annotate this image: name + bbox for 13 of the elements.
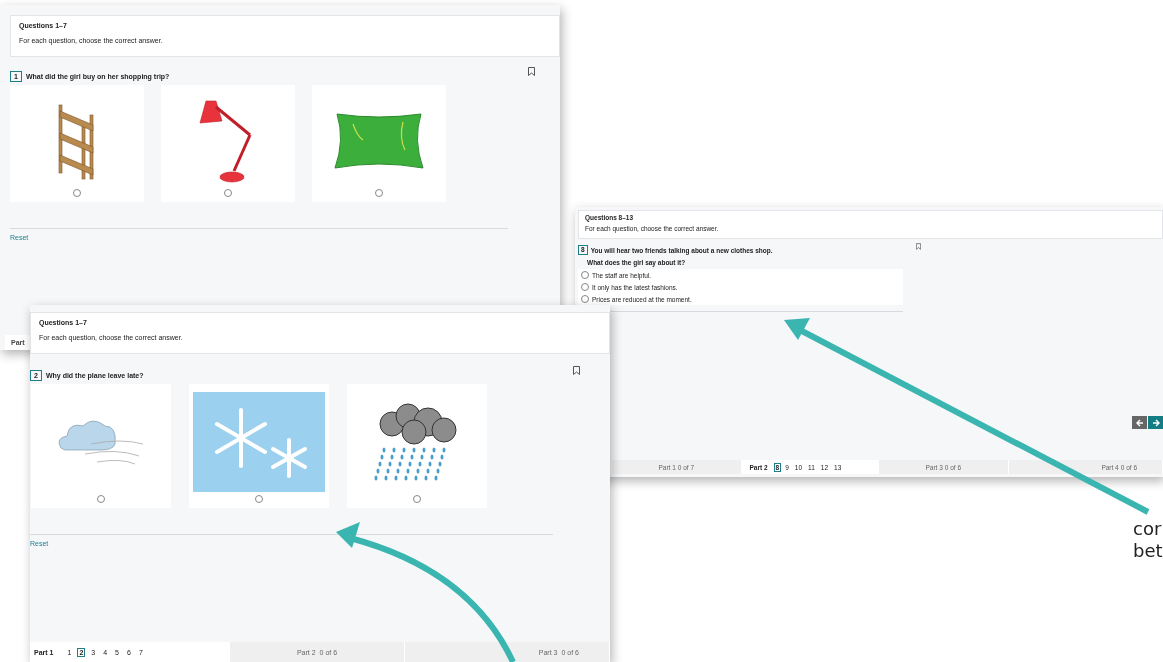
answer-card[interactable] [347, 384, 487, 508]
answer-card[interactable] [161, 85, 295, 202]
answer-card[interactable] [312, 85, 446, 202]
arrow-left-icon [1135, 418, 1144, 427]
caption-text: bet [1133, 540, 1163, 562]
next-button[interactable] [1148, 416, 1163, 429]
previous-button[interactable] [1132, 416, 1147, 429]
answer-card[interactable] [10, 85, 144, 202]
bookmark-icon[interactable] [916, 243, 921, 250]
bookmark-icon[interactable] [573, 366, 580, 375]
bookmark-icon[interactable] [528, 67, 535, 76]
arrow-right-icon [1151, 418, 1160, 427]
caption-text: cor [1133, 518, 1163, 540]
